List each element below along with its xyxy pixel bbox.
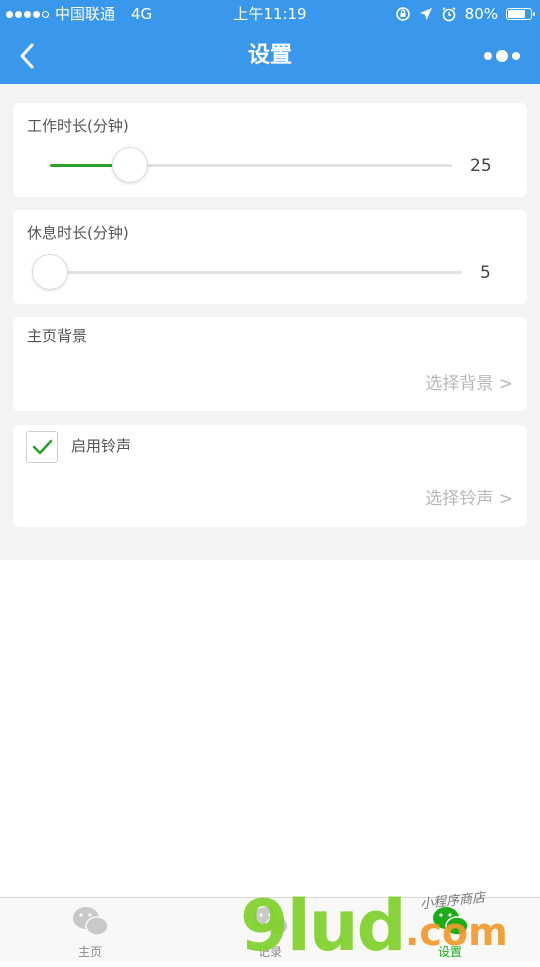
battery-percent: 80% bbox=[464, 5, 498, 23]
checkmark-icon bbox=[32, 439, 53, 455]
battery-fill bbox=[508, 10, 525, 18]
tab-home-label: 主页 bbox=[77, 945, 102, 959]
work-duration-slider-thumb[interactable] bbox=[112, 147, 149, 183]
top-bar: 中国联通 4G 上午11:19 80% 设置 bbox=[0, 0, 540, 84]
work-duration-slider[interactable] bbox=[50, 164, 452, 167]
location-icon bbox=[419, 8, 432, 20]
alarm-icon bbox=[442, 7, 456, 22]
choose-background-link[interactable]: 选择背景 > bbox=[425, 369, 513, 394]
watermark-suffix: .com bbox=[405, 910, 508, 954]
status-bar: 中国联通 4G 上午11:19 80% bbox=[0, 0, 540, 28]
work-duration-card: 工作时长(分钟) 25 bbox=[13, 103, 527, 197]
network-label: 4G bbox=[131, 5, 153, 23]
background-card: 主页背景 选择背景 > bbox=[13, 317, 527, 411]
more-dots-icon[interactable] bbox=[484, 46, 520, 66]
status-left: 中国联通 4G bbox=[6, 0, 152, 28]
page-title: 设置 bbox=[247, 43, 292, 68]
wechat-icon bbox=[73, 907, 109, 936]
rest-duration-slider-thumb[interactable] bbox=[32, 254, 68, 290]
work-duration-value: 25 bbox=[470, 156, 492, 176]
carrier-label: 中国联通 bbox=[55, 5, 116, 23]
work-duration-label: 工作时长(分钟) bbox=[27, 117, 129, 135]
rest-duration-card: 休息时长(分钟) 5 bbox=[13, 210, 527, 304]
watermark-logo: 9lud bbox=[240, 885, 407, 967]
ringtone-label: 启用铃声 bbox=[71, 437, 132, 455]
ringtone-checkbox[interactable] bbox=[26, 431, 58, 463]
rotation-lock-icon bbox=[395, 7, 410, 21]
rest-duration-label: 休息时长(分钟) bbox=[27, 224, 129, 242]
rest-duration-slider[interactable] bbox=[50, 271, 462, 274]
battery-icon bbox=[506, 8, 535, 20]
rest-duration-value: 5 bbox=[480, 263, 491, 283]
choose-ringtone-link[interactable]: 选择铃声 > bbox=[425, 484, 513, 509]
ringtone-card: 启用铃声 选择铃声 > bbox=[13, 425, 527, 527]
status-right: 80% bbox=[395, 0, 535, 28]
background-label: 主页背景 bbox=[27, 327, 88, 345]
settings-panel: 工作时长(分钟) 25 休息时长(分钟) 5 主页背景 选择背景 > 启用铃声 … bbox=[0, 84, 540, 560]
nav-bar: 设置 bbox=[0, 28, 540, 84]
signal-icon bbox=[6, 10, 49, 18]
tab-home[interactable]: 主页 bbox=[45, 898, 135, 961]
